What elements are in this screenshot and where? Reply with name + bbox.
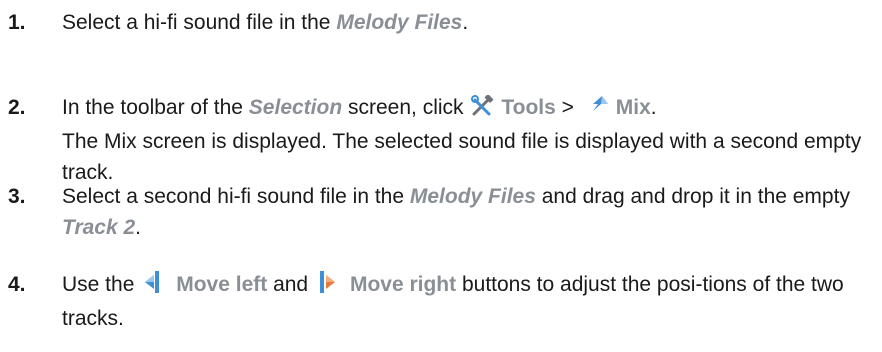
tools-icon: [471, 94, 495, 126]
step-text: In the toolbar of the Selection screen, …: [62, 92, 872, 188]
move-left-icon: [142, 270, 164, 303]
step-number: 3.: [8, 185, 26, 208]
selection-screen-reference: Selection: [248, 96, 343, 119]
tools-button-label: Tools: [501, 96, 556, 119]
step-text-part: Use the: [62, 273, 141, 296]
step-text-part: Select a second hi-fi sound file in the: [62, 185, 410, 208]
melody-files-reference: Melody Files: [409, 185, 536, 208]
step-result-text: The Mix screen is displayed. The selecte…: [62, 130, 862, 184]
step-text-part: and: [267, 273, 314, 296]
step-text: Select a hi-fi sound file in the Melody …: [62, 7, 872, 38]
step-text: Use the Move left and Move right buttons…: [62, 269, 872, 334]
step-text-part: and drag and drop it in the empty: [535, 185, 850, 208]
step-text-part: screen, click: [342, 96, 470, 119]
track-2-reference: Track 2: [62, 216, 136, 239]
step-number: 2.: [8, 96, 26, 119]
mix-button-label: Mix: [615, 96, 651, 119]
move-left-button-label: Move left: [176, 273, 268, 296]
mix-icon: [590, 95, 610, 126]
step-text-part: .: [650, 96, 657, 119]
step-number: 4.: [8, 273, 26, 296]
step-text: Select a second hi-fi sound file in the …: [62, 181, 872, 243]
step-number: 1.: [8, 11, 26, 34]
step-text-part: .: [462, 11, 469, 34]
step-text-part: .: [135, 216, 142, 239]
menu-separator: >: [555, 96, 580, 119]
step-text-part: In the toolbar of the: [62, 96, 249, 119]
melody-files-reference: Melody Files: [336, 11, 463, 34]
move-right-button-label: Move right: [349, 273, 457, 296]
move-right-icon: [316, 270, 338, 303]
step-text-part: Select a hi-fi sound file in the: [62, 11, 337, 34]
